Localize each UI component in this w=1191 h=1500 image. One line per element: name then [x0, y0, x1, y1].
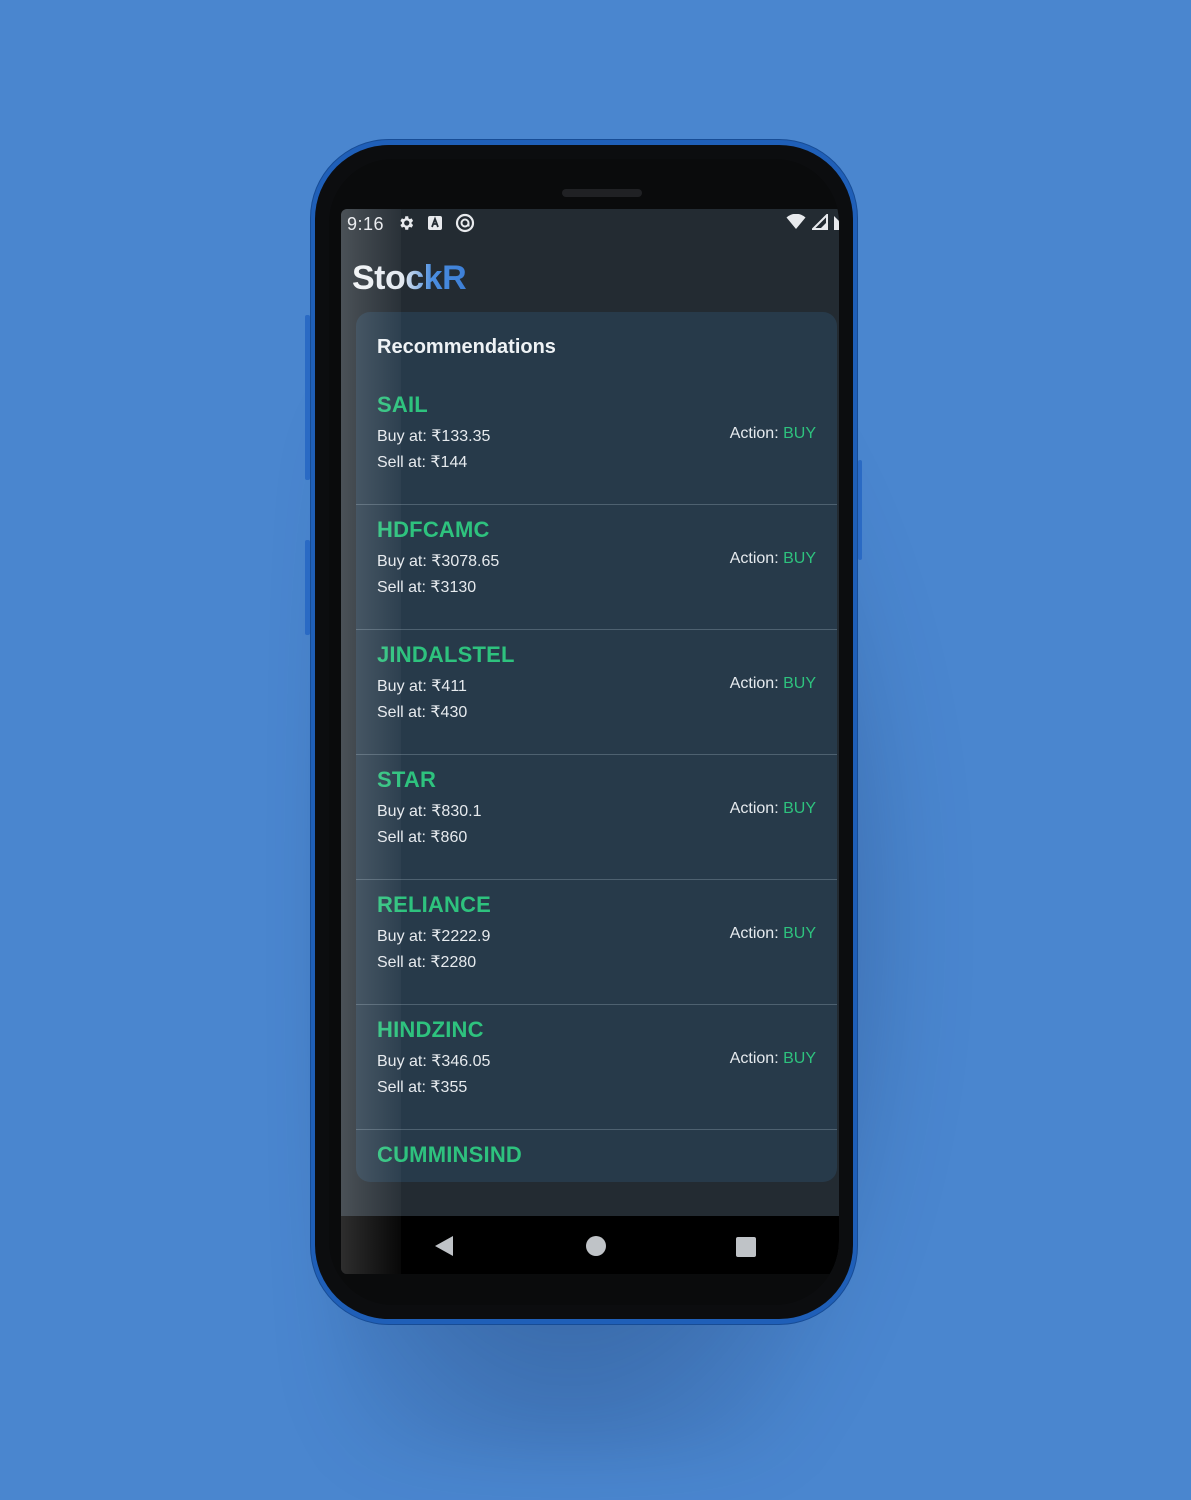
wifi-icon — [786, 213, 806, 235]
recents-icon[interactable] — [735, 1236, 757, 1263]
app-title: StockR — [352, 259, 467, 297]
recommendations-heading: Recommendations — [377, 336, 556, 358]
circle-at-icon — [455, 213, 475, 238]
battery-icon — [834, 214, 839, 235]
sell-price: Sell at: ₹860 — [377, 829, 468, 846]
status-icons-right — [786, 212, 839, 235]
power-button — [858, 460, 862, 560]
action-value: BUY — [783, 800, 816, 817]
buy-price: Buy at: ₹830.1 — [377, 803, 482, 820]
phone-body: 9:16 StockR Recommendations SAIL Buy at:… — [315, 145, 853, 1319]
action: Action: BUY — [730, 1050, 816, 1068]
action-label: Action: — [729, 1050, 779, 1067]
status-time: 9:16 — [347, 214, 385, 234]
action: Action: BUY — [730, 550, 816, 568]
buy-price: Buy at: ₹2222.9 — [377, 928, 491, 945]
action-value: BUY — [783, 675, 816, 692]
signal-icon — [810, 212, 828, 235]
status-bar: 9:16 — [341, 209, 839, 242]
action-value: BUY — [783, 425, 816, 442]
recommendations-card: Recommendations SAIL Buy at: ₹133.35 Sel… — [356, 312, 837, 1182]
action-label: Action: — [729, 550, 779, 567]
list-item[interactable]: HINDZINC Buy at: ₹346.05 Sell at: ₹355 A… — [356, 1005, 837, 1130]
list-item[interactable]: STAR Buy at: ₹830.1 Sell at: ₹860 Action… — [356, 755, 837, 880]
stock-symbol: RELIANCE — [377, 892, 492, 917]
action: Action: BUY — [730, 425, 816, 443]
back-icon[interactable] — [433, 1234, 455, 1263]
buy-price: Buy at: ₹411 — [377, 678, 467, 695]
list-item[interactable]: CUMMINSIND — [356, 1130, 837, 1182]
action-value: BUY — [783, 550, 816, 567]
stock-symbol: SAIL — [377, 392, 428, 417]
sell-price: Sell at: ₹430 — [377, 704, 468, 721]
buy-price: Buy at: ₹133.35 — [377, 428, 491, 445]
screen: 9:16 StockR Recommendations SAIL Buy at:… — [341, 209, 839, 1274]
sell-price: Sell at: ₹144 — [377, 454, 468, 471]
action-label: Action: — [729, 425, 779, 442]
gear-icon — [397, 214, 415, 237]
navigation-bar — [341, 1216, 839, 1274]
buy-price: Buy at: ₹346.05 — [377, 1053, 491, 1070]
sell-price: Sell at: ₹355 — [377, 1079, 468, 1096]
sell-price: Sell at: ₹2280 — [377, 954, 477, 971]
list-item[interactable]: JINDALSTEL Buy at: ₹411 Sell at: ₹430 Ac… — [356, 630, 837, 755]
stock-symbol: CUMMINSIND — [377, 1142, 522, 1167]
a-box-icon — [427, 215, 443, 236]
stock-symbol: HDFCAMC — [377, 517, 490, 542]
action-value: BUY — [783, 1050, 816, 1067]
phone-frame: 9:16 StockR Recommendations SAIL Buy at:… — [305, 140, 862, 1324]
action: Action: BUY — [730, 675, 816, 693]
list-item[interactable]: HDFCAMC Buy at: ₹3078.65 Sell at: ₹3130 … — [356, 505, 837, 630]
recommendations-list: SAIL Buy at: ₹133.35 Sell at: ₹144 Actio… — [356, 380, 837, 1182]
action-value: BUY — [783, 925, 816, 942]
action: Action: BUY — [730, 925, 816, 943]
action: Action: BUY — [730, 800, 816, 818]
sell-price: Sell at: ₹3130 — [377, 579, 477, 596]
stock-symbol: JINDALSTEL — [377, 642, 515, 667]
action-label: Action: — [729, 675, 779, 692]
phone-bezel: 9:16 StockR Recommendations SAIL Buy at:… — [329, 159, 839, 1305]
home-icon[interactable] — [584, 1234, 608, 1263]
action-label: Action: — [729, 800, 779, 817]
buy-price: Buy at: ₹3078.65 — [377, 553, 500, 570]
status-icons-left — [397, 213, 475, 238]
stock-symbol: STAR — [377, 767, 437, 792]
list-item[interactable]: SAIL Buy at: ₹133.35 Sell at: ₹144 Actio… — [356, 380, 837, 505]
list-item[interactable]: RELIANCE Buy at: ₹2222.9 Sell at: ₹2280 … — [356, 880, 837, 1005]
volume-button — [305, 315, 310, 480]
stock-symbol: HINDZINC — [377, 1017, 484, 1042]
side-button — [305, 540, 310, 635]
speaker-grille — [562, 189, 642, 197]
action-label: Action: — [729, 925, 779, 942]
